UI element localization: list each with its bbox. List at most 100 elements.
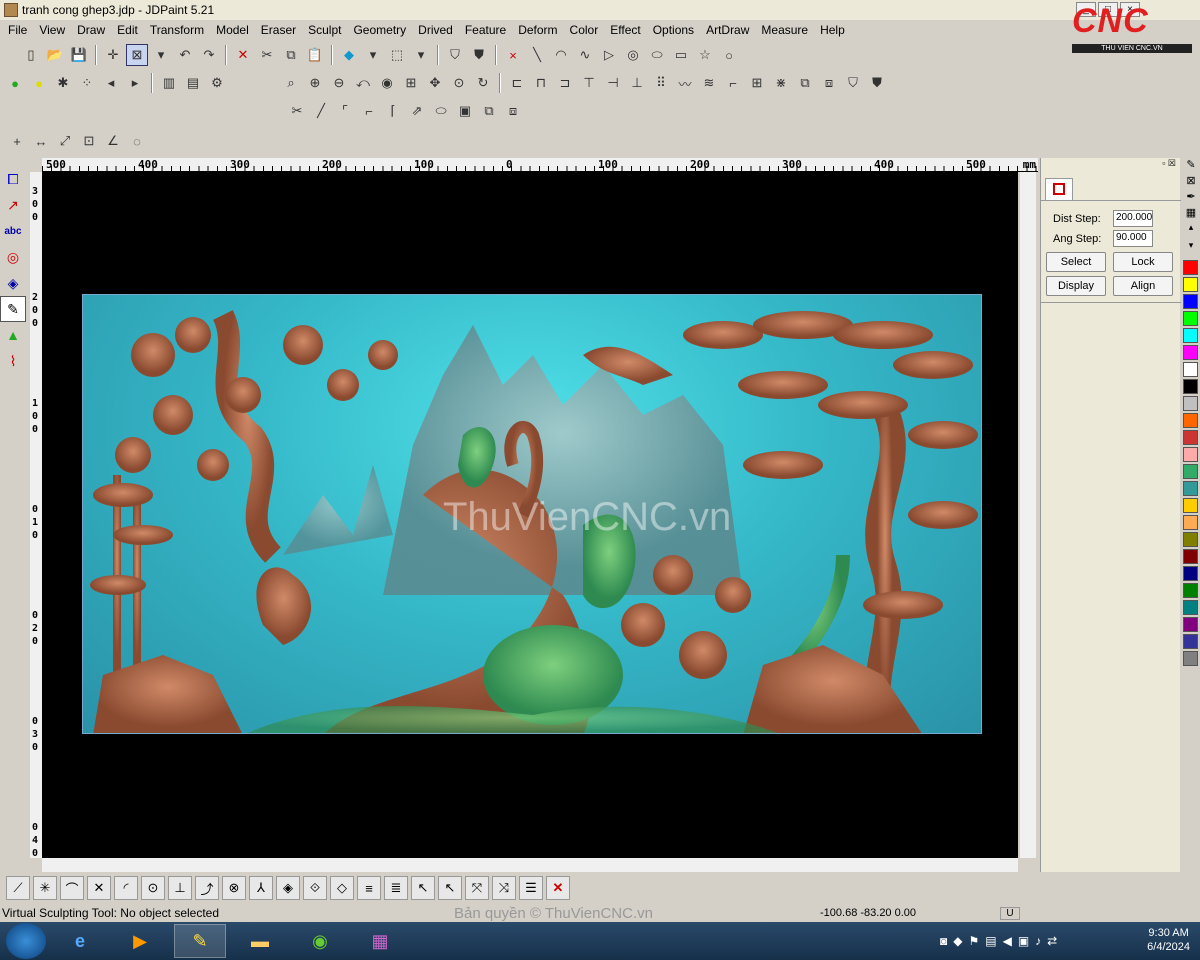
teamviewer-tray-icon[interactable]: ⇄ bbox=[1047, 934, 1057, 948]
zalo-tray-icon[interactable]: ◙ bbox=[940, 934, 947, 948]
step-tool-icon[interactable]: ⌐ bbox=[722, 72, 744, 94]
color-swatch[interactable] bbox=[1183, 396, 1198, 411]
palette-scroll-up-icon[interactable]: ▴ bbox=[1182, 222, 1200, 240]
table-icon[interactable]: ▤ bbox=[182, 72, 204, 94]
menu-feature[interactable]: Feature bbox=[459, 23, 512, 37]
cube-icon[interactable]: ◆ bbox=[338, 44, 360, 66]
color-swatch[interactable] bbox=[1183, 328, 1198, 343]
dropdown-arrow-icon[interactable]: ▾ bbox=[410, 44, 432, 66]
layer-edit-icon[interactable]: ≣ bbox=[384, 876, 408, 900]
text-abc-icon[interactable]: abc bbox=[0, 218, 26, 244]
fillet-icon[interactable]: ⌐ bbox=[358, 100, 380, 122]
cancel-icon[interactable]: ✕ bbox=[546, 876, 570, 900]
dropdown-arrow-icon[interactable]: ▾ bbox=[362, 44, 384, 66]
network-tray-icon[interactable]: ▣ bbox=[1018, 934, 1029, 948]
align-left-icon[interactable]: ⊏ bbox=[506, 72, 528, 94]
align-top-icon[interactable]: ⊤ bbox=[578, 72, 600, 94]
open-file-icon[interactable]: 📂 bbox=[44, 44, 66, 66]
box-dimension-icon[interactable]: ⊡ bbox=[78, 130, 100, 152]
horizontal-scrollbar[interactable] bbox=[42, 858, 1018, 872]
light-green-icon[interactable]: ● bbox=[4, 72, 26, 94]
cut-icon[interactable]: ✂ bbox=[256, 44, 278, 66]
layer-icon[interactable]: ≡ bbox=[357, 876, 381, 900]
deselect-arrow-icon[interactable]: ↖ bbox=[438, 876, 462, 900]
palette-scroll-down-icon[interactable]: ▾ bbox=[1182, 240, 1200, 258]
color-swatch[interactable] bbox=[1183, 566, 1198, 581]
sculpt-line-icon[interactable]: ⟋ bbox=[6, 876, 30, 900]
redo-icon[interactable]: ↷ bbox=[198, 44, 220, 66]
start-button[interactable] bbox=[6, 923, 46, 959]
light-group-icon[interactable]: ⁘ bbox=[76, 72, 98, 94]
measure-icon[interactable]: ⌇ bbox=[0, 348, 26, 374]
color-swatch[interactable] bbox=[1183, 583, 1198, 598]
gear-icon[interactable]: ⚙ bbox=[206, 72, 228, 94]
array-icon[interactable]: ⠿ bbox=[650, 72, 672, 94]
menu-artdraw[interactable]: ArtDraw bbox=[700, 23, 755, 37]
menu-color[interactable]: Color bbox=[564, 23, 605, 37]
undo-icon[interactable]: ↶ bbox=[174, 44, 196, 66]
color-swatch[interactable] bbox=[1183, 294, 1198, 309]
node-tool-icon[interactable]: ⋇ bbox=[770, 72, 792, 94]
rectangle-icon[interactable]: ▭ bbox=[670, 44, 692, 66]
diamond-icon[interactable]: ◈ bbox=[276, 876, 300, 900]
menu-sculpt[interactable]: Sculpt bbox=[302, 23, 347, 37]
save-icon[interactable]: 💾 bbox=[68, 44, 90, 66]
zoom-out-icon[interactable]: ⊖ bbox=[328, 72, 350, 94]
line-icon[interactable]: ╲ bbox=[526, 44, 548, 66]
pen-icon[interactable]: ✎ bbox=[1182, 158, 1200, 174]
menu-model[interactable]: Model bbox=[210, 23, 255, 37]
angle-dimension-icon[interactable]: ⤢ bbox=[54, 130, 76, 152]
chamfer-icon[interactable]: ⌈ bbox=[382, 100, 404, 122]
link-icon[interactable]: ⧉ bbox=[478, 100, 500, 122]
zoom-in-icon[interactable]: ⊕ bbox=[304, 72, 326, 94]
panel-header-buttons[interactable]: ▫ ☒ bbox=[1041, 158, 1180, 172]
fill-icon[interactable]: ◈ bbox=[0, 270, 26, 296]
crosshair-icon[interactable]: ✛ bbox=[102, 44, 124, 66]
color-swatch[interactable] bbox=[1183, 481, 1198, 496]
slot-icon[interactable]: ⬭ bbox=[430, 100, 452, 122]
paste-icon[interactable]: 📋 bbox=[304, 44, 326, 66]
dropdown-arrow-icon[interactable]: ▾ bbox=[150, 44, 172, 66]
canvas-viewport[interactable]: ThuVienCNC.vn bbox=[42, 172, 1018, 858]
dimension-icon[interactable]: ↔ bbox=[30, 130, 52, 152]
menu-edit[interactable]: Edit bbox=[111, 23, 144, 37]
sculpt-tangent-icon[interactable]: ⤴ bbox=[195, 876, 219, 900]
color-swatch[interactable] bbox=[1183, 498, 1198, 513]
sculpt-circle-icon[interactable]: ⊙ bbox=[141, 876, 165, 900]
offset-icon[interactable]: ▣ bbox=[454, 100, 476, 122]
angle-icon[interactable]: ∠ bbox=[102, 130, 124, 152]
color-swatch[interactable] bbox=[1183, 430, 1198, 445]
zoom-all-icon[interactable]: ⊞ bbox=[400, 72, 422, 94]
shield-tray-icon[interactable]: ◆ bbox=[953, 934, 962, 948]
media-app-icon[interactable]: ▶ bbox=[114, 924, 166, 958]
menu-transform[interactable]: Transform bbox=[144, 23, 210, 37]
vertical-scrollbar[interactable] bbox=[1020, 172, 1036, 858]
ang-step-input[interactable]: 90.000 bbox=[1113, 230, 1153, 247]
shield-filled-icon[interactable]: ⛊ bbox=[866, 72, 888, 94]
polyline-icon[interactable]: ▷ bbox=[598, 44, 620, 66]
winrar-app-icon[interactable]: ▦ bbox=[354, 924, 406, 958]
mountain-icon[interactable]: ▲ bbox=[0, 322, 26, 348]
menu-options[interactable]: Options bbox=[647, 23, 700, 37]
sculpt-star-icon[interactable]: ✳ bbox=[33, 876, 57, 900]
menu-eraser[interactable]: Eraser bbox=[255, 23, 302, 37]
copy-icon[interactable]: ⧉ bbox=[280, 44, 302, 66]
menu-help[interactable]: Help bbox=[814, 23, 851, 37]
circle-outline-icon[interactable]: ○ bbox=[718, 44, 740, 66]
trim-icon[interactable]: ╱ bbox=[310, 100, 332, 122]
sculpt-cross-icon[interactable]: ✕ bbox=[87, 876, 111, 900]
zoom-prev-icon[interactable]: ⤺ bbox=[352, 72, 374, 94]
ring-icon[interactable]: ◎ bbox=[0, 244, 26, 270]
lock-button[interactable]: Lock bbox=[1113, 252, 1173, 272]
diamond-x-icon[interactable]: ⟐ bbox=[303, 876, 327, 900]
ie-app-icon[interactable]: e bbox=[54, 924, 106, 958]
view-eye-icon[interactable]: ◉ bbox=[376, 72, 398, 94]
color-swatch[interactable] bbox=[1183, 549, 1198, 564]
align-bottom-icon[interactable]: ⊥ bbox=[626, 72, 648, 94]
extend-icon[interactable]: ⇗ bbox=[406, 100, 428, 122]
edit-vector-icon[interactable]: ⤨ bbox=[492, 876, 516, 900]
path-icon[interactable]: ↗ bbox=[0, 192, 26, 218]
zoom-window-icon[interactable]: ⌕ bbox=[280, 72, 302, 94]
color-swatch[interactable] bbox=[1183, 447, 1198, 462]
relief-artwork[interactable]: ThuVienCNC.vn bbox=[82, 294, 982, 734]
